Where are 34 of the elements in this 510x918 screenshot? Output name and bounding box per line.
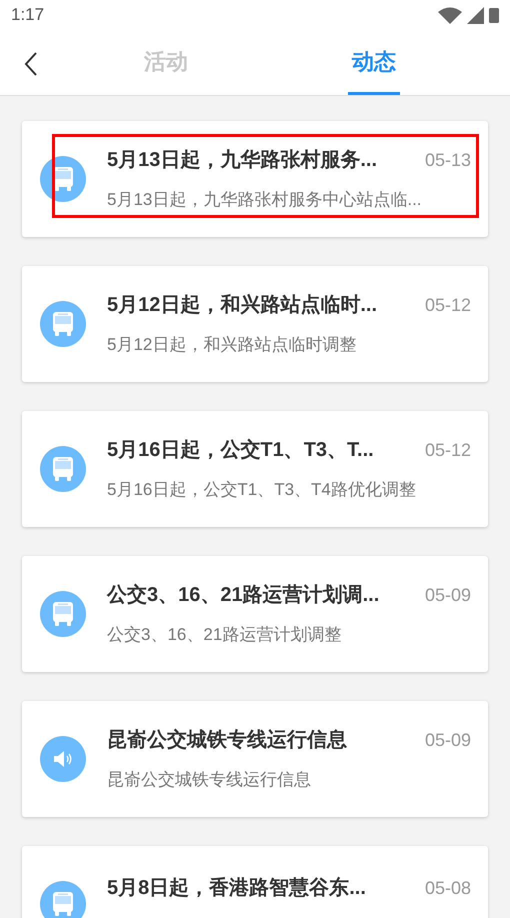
notice-card[interactable]: 昆嵛公交城铁专线运行信息 05-09 昆嵛公交城铁专线运行信息 bbox=[22, 701, 488, 817]
notice-card[interactable]: 5月8日起，香港路智慧谷东... 05-08 bbox=[22, 846, 488, 918]
notice-card[interactable]: 公交3、16、21路运营计划调... 05-09 公交3、16、21路运营计划调整 bbox=[22, 556, 488, 672]
notice-date: 05-13 bbox=[424, 149, 471, 172]
notice-date: 05-08 bbox=[424, 877, 471, 900]
notice-title: 昆嵛公交城铁专线运行信息 bbox=[107, 728, 347, 754]
notice-summary: 5月16日起，公交T1、T3、T4路优化调整 bbox=[107, 479, 417, 502]
battery-icon bbox=[489, 7, 499, 23]
notice-card[interactable]: 5月12日起，和兴路站点临时... 05-12 5月12日起，和兴路站点临时调整 bbox=[22, 266, 488, 382]
notice-date: 05-09 bbox=[424, 584, 471, 608]
notice-summary: 5月13日起，九华路张村服务中心站点临... bbox=[107, 189, 423, 212]
wifi-icon bbox=[438, 6, 462, 24]
notice-summary: 公交3、16、21路运营计划调整 bbox=[107, 624, 342, 646]
notice-title: 5月13日起，九华路张村服务... bbox=[107, 148, 378, 174]
notice-date: 05-09 bbox=[424, 729, 471, 752]
bus-icon bbox=[52, 311, 74, 337]
speaker-icon bbox=[52, 748, 74, 770]
notice-summary: 5月12日起，和兴路站点临时调整 bbox=[107, 334, 358, 356]
notice-title: 5月12日起，和兴路站点临时... bbox=[107, 292, 378, 318]
bus-icon bbox=[52, 891, 74, 917]
status-time: 1:17 bbox=[11, 4, 44, 26]
notice-title: 公交3、16、21路运营计划调... bbox=[107, 582, 380, 608]
notice-card[interactable]: 5月16日起，公交T1、T3、T... 05-12 5月16日起，公交T1、T3、T4路优化调整 bbox=[22, 411, 488, 527]
notice-card[interactable]: 5月13日起，九华路张村服务... 05-13 5月13日起，九华路张村服务中心站点临... bbox=[22, 121, 488, 237]
bus-icon bbox=[52, 166, 74, 192]
bus-icon bbox=[52, 601, 74, 627]
bus-icon bbox=[52, 456, 74, 482]
notice-title: 5月8日起，香港路智慧谷东... bbox=[107, 876, 366, 901]
notice-date: 05-12 bbox=[424, 439, 471, 462]
notice-title: 5月16日起，公交T1、T3、T... bbox=[107, 438, 374, 464]
notice-date: 05-12 bbox=[424, 294, 471, 318]
back-icon[interactable] bbox=[24, 52, 38, 76]
notice-summary: 昆嵛公交城铁专线运行信息 bbox=[107, 769, 312, 792]
signal-icon bbox=[467, 6, 484, 24]
